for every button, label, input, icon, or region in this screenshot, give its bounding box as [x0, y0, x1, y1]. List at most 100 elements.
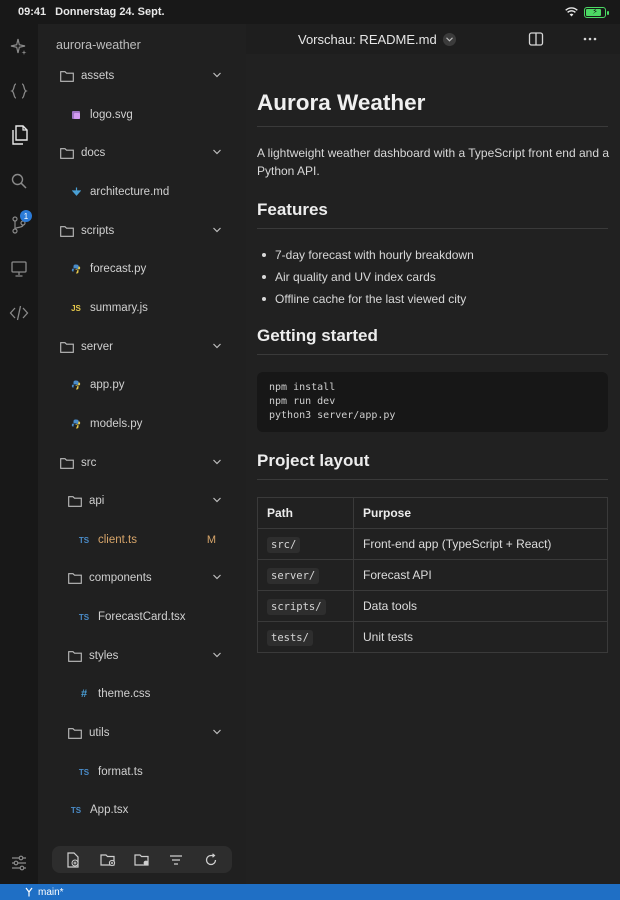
search-icon[interactable] — [8, 170, 30, 192]
chevron-down-icon[interactable] — [212, 457, 222, 467]
tree-item-label: components — [89, 572, 152, 584]
chevron-down-icon[interactable] — [212, 495, 222, 505]
file-row[interactable]: TS ForecastCard.tsx — [38, 606, 246, 628]
css-file-icon: # — [80, 688, 88, 700]
path-code: tests/ — [267, 630, 313, 646]
chevron-down-icon[interactable] — [212, 572, 222, 582]
features-heading: Features — [257, 200, 608, 229]
list-item: Air quality and UV index cards — [257, 266, 608, 288]
braces-icon[interactable] — [8, 80, 30, 102]
svg-file-icon — [70, 110, 82, 120]
tree-item-label: assets — [81, 70, 115, 82]
folder-row[interactable]: utils — [38, 722, 246, 744]
file-row[interactable]: forecast.py — [38, 258, 246, 280]
file-row[interactable]: JS summary.js — [38, 297, 246, 319]
markdown-file-icon — [70, 187, 82, 198]
file-row[interactable]: architecture.md — [38, 181, 246, 203]
tree-item-label: docs — [81, 147, 106, 159]
tree-item-label: app.py — [90, 379, 125, 391]
folder-row[interactable]: components — [38, 567, 246, 589]
sparkle-icon[interactable] — [8, 36, 30, 58]
tree-item-label: utils — [89, 727, 110, 739]
refresh-icon[interactable] — [202, 851, 220, 869]
folder-icon — [60, 225, 74, 237]
tree-item-label: format.ts — [98, 766, 143, 778]
folder-row[interactable]: src — [38, 452, 246, 474]
tree-item-label: logo.svg — [90, 109, 133, 121]
code-line: npm run dev — [269, 396, 336, 407]
settings-sliders-icon[interactable] — [8, 852, 30, 874]
editor-header: Vorschau: README.md — [246, 24, 620, 54]
folder-row[interactable]: styles — [38, 645, 246, 667]
tree-item-label: api — [89, 495, 105, 507]
branch-name[interactable]: main* — [38, 887, 64, 898]
folder-row[interactable]: docs — [38, 142, 246, 164]
git-branch-icon[interactable] — [24, 887, 34, 897]
explorer-sidebar: aurora-weather assets logo.svg docs archite… — [38, 24, 246, 884]
table-cell: tests/ — [257, 621, 354, 653]
folder-row[interactable]: server — [38, 336, 246, 358]
tree-item-label: scripts — [81, 225, 115, 237]
monitor-icon[interactable] — [8, 258, 30, 280]
preview-tab[interactable]: Vorschau: README.md — [298, 32, 456, 47]
more-actions-icon[interactable] — [582, 31, 598, 47]
readme-title: Aurora Weather — [257, 90, 608, 127]
folder-row[interactable]: scripts — [38, 220, 246, 242]
chevron-down-icon[interactable] — [212, 225, 222, 235]
new-folder-icon[interactable] — [99, 851, 117, 869]
getting-started-heading: Getting started — [257, 326, 608, 355]
chevron-down-icon[interactable] — [212, 70, 222, 80]
tree-item-label: summary.js — [90, 302, 148, 314]
table-header-cell: Purpose — [353, 497, 608, 529]
features-list: 7-day forecast with hourly breakdown Air… — [257, 244, 608, 310]
table-cell: Data tools — [353, 590, 608, 622]
folder-row[interactable]: assets — [38, 65, 246, 87]
project-layout-table: Path Purpose src/ Front-end app (TypeScr… — [257, 497, 608, 653]
tree-item-label: styles — [89, 650, 119, 662]
tree-item-label: architecture.md — [90, 186, 170, 198]
charging-bolt-icon: ⚡ — [592, 7, 598, 16]
chevron-down-icon[interactable] — [212, 341, 222, 351]
list-item: Offline cache for the last viewed city — [257, 288, 608, 310]
python-file-icon — [70, 380, 82, 390]
chevron-down-icon[interactable] — [442, 33, 456, 46]
tree-item-label: theme.css — [98, 688, 151, 700]
table-row: tests/ Unit tests — [257, 621, 608, 653]
readme-intro: A lightweight weather dashboard with a T… — [257, 146, 610, 178]
file-row[interactable]: # theme.css — [38, 683, 246, 705]
split-editor-icon[interactable] — [528, 31, 544, 47]
folder-icon — [68, 727, 82, 739]
collapse-lines-icon[interactable] — [167, 851, 185, 869]
chevron-down-icon[interactable] — [212, 727, 222, 737]
table-cell: scripts/ — [257, 590, 354, 622]
battery-icon: ⚡ — [584, 6, 609, 18]
table-header-row: Path Purpose — [257, 497, 608, 529]
tree-item-label: client.ts — [98, 534, 137, 546]
file-row[interactable]: TS client.ts M — [38, 529, 246, 551]
status-time: 09:41 — [18, 6, 47, 18]
tree-item-label: server — [81, 341, 113, 353]
file-row[interactable]: app.py — [38, 374, 246, 396]
chevron-down-icon[interactable] — [212, 147, 222, 157]
table-cell: src/ — [257, 528, 354, 560]
table-row: scripts/ Data tools — [257, 590, 608, 622]
folder-icon — [68, 572, 82, 584]
code-icon[interactable] — [8, 302, 30, 324]
ios-status-bar: 09:41 Donnerstag 24. Sept. ⚡ — [0, 0, 620, 24]
files-icon[interactable] — [8, 124, 30, 146]
file-row[interactable]: models.py — [38, 413, 246, 435]
new-file-icon[interactable] — [64, 851, 82, 869]
file-row[interactable]: TS format.ts — [38, 761, 246, 783]
folder-icon — [68, 495, 82, 507]
tree-item-label: ForecastCard.tsx — [98, 611, 186, 623]
file-row[interactable]: logo.svg — [38, 104, 246, 126]
source-control-icon[interactable]: 1 — [8, 210, 32, 236]
file-row[interactable]: TS App.tsx — [38, 799, 246, 821]
folder-row[interactable]: api — [38, 490, 246, 512]
js-file-icon: JS — [71, 303, 81, 313]
chevron-down-icon[interactable] — [212, 650, 222, 660]
project-layout-heading: Project layout — [257, 451, 608, 480]
table-row: src/ Front-end app (TypeScript + React) — [257, 528, 608, 560]
code-block: npm install npm run dev python3 server/a… — [257, 372, 608, 432]
folder-settings-icon[interactable] — [133, 851, 151, 869]
